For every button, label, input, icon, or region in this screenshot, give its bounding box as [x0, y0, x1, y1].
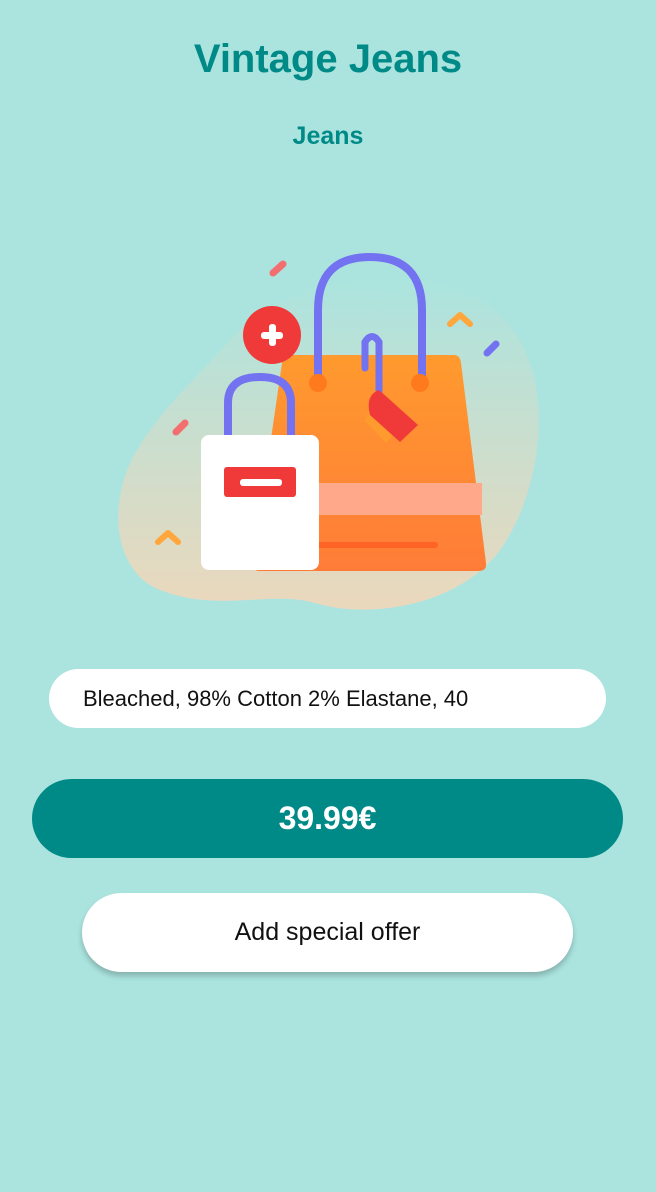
minus-icon — [240, 479, 282, 486]
page-title: Vintage Jeans — [193, 37, 463, 81]
shopping-bags-illustration — [118, 252, 539, 610]
handle-rivet — [411, 374, 429, 392]
handle-rivet — [309, 374, 327, 392]
product-description: Bleached, 98% Cotton 2% Elastane, 40 — [49, 669, 606, 728]
price-button[interactable]: 39.99€ — [32, 779, 623, 858]
small-bag — [201, 435, 319, 570]
plus-icon — [269, 324, 276, 346]
add-special-offer-button[interactable]: Add special offer — [82, 893, 573, 972]
product-category: Jeans — [292, 122, 364, 150]
confetti-dash — [269, 260, 287, 277]
